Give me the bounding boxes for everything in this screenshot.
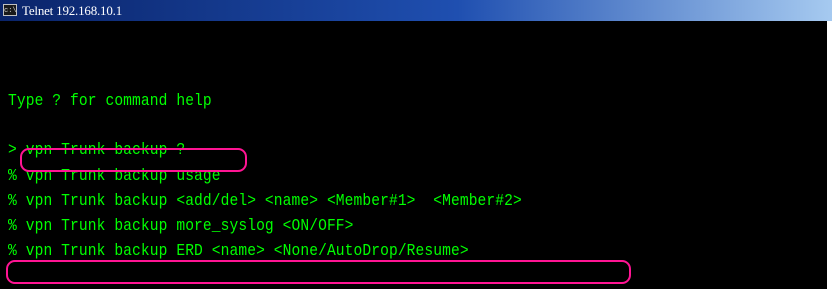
title-bar[interactable]: c:\ Telnet 192.168.10.1 — [0, 0, 832, 21]
terminal-line-add-del: % vpn Trunk backup <add/del> <name> <Mem… — [8, 192, 522, 211]
terminal-line-help: Type ? for command help — [8, 92, 212, 111]
command-highlight — [20, 148, 247, 172]
window-right-edge — [827, 21, 832, 289]
telnet-window: c:\ Telnet 192.168.10.1 Type ? for comma… — [0, 0, 832, 289]
terminal-line-more-syslog: % vpn Trunk backup more_syslog <ON/OFF> — [8, 217, 354, 236]
erd-line-highlight — [6, 260, 631, 284]
window-title: Telnet 192.168.10.1 — [22, 3, 122, 18]
console-icon[interactable]: c:\ — [3, 4, 17, 16]
